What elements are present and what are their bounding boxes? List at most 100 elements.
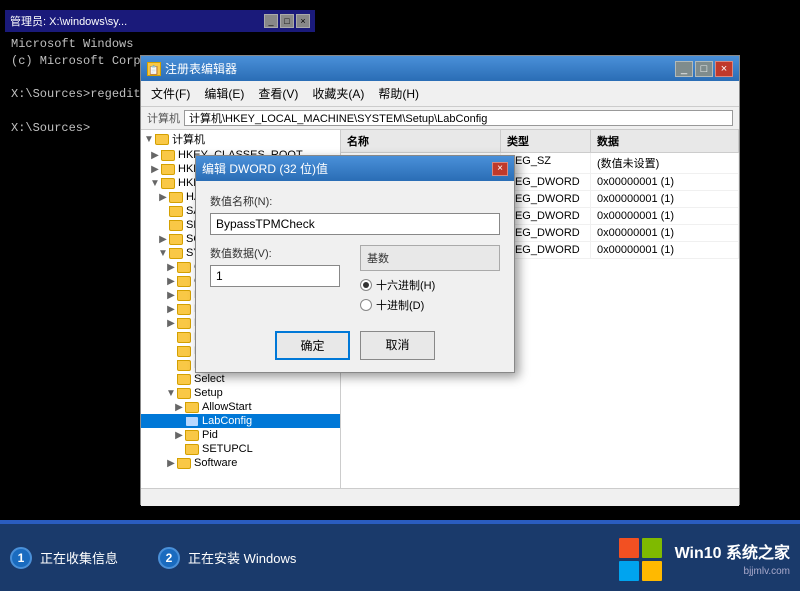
col-header-data: 数据 bbox=[591, 130, 739, 152]
value-data: 0x00000001 (1) bbox=[591, 242, 739, 258]
expand-icon: ▼ bbox=[165, 388, 177, 399]
expand-icon: ▼ bbox=[157, 248, 169, 259]
menu-edit[interactable]: 编辑(E) bbox=[198, 83, 250, 104]
tree-item-select[interactable]: Select bbox=[141, 372, 340, 386]
value-data: 0x00000001 (1) bbox=[591, 208, 739, 224]
tree-label: SETUPCL bbox=[202, 443, 253, 455]
expand-icon: ▼ bbox=[143, 134, 155, 145]
step-1-label: 正在收集信息 bbox=[40, 548, 118, 567]
folder-icon bbox=[177, 276, 191, 287]
dword-titlebar: 编辑 DWORD (32 位)值 × bbox=[196, 156, 514, 181]
values-header: 名称 类型 数据 bbox=[341, 130, 739, 153]
address-input[interactable] bbox=[184, 110, 733, 126]
folder-icon bbox=[177, 290, 191, 301]
dword-data-label: 数值数据(V): bbox=[210, 245, 340, 261]
dword-data-input[interactable] bbox=[210, 265, 340, 287]
expand-icon: ▶ bbox=[157, 234, 169, 245]
folder-icon bbox=[169, 248, 183, 259]
computer-icon bbox=[155, 134, 169, 145]
value-data: 0x00000001 (1) bbox=[591, 174, 739, 190]
expand-icon: ▶ bbox=[165, 304, 177, 315]
folder-icon bbox=[169, 220, 183, 231]
win10-logo-area: Win10 系统之家 bjjmlv.com bbox=[617, 536, 790, 586]
win10-line1: Win10 系统之家 bbox=[675, 543, 790, 565]
dword-dialog-title: 编辑 DWORD (32 位)值 bbox=[202, 160, 328, 177]
dword-cancel-button[interactable]: 取消 bbox=[360, 331, 435, 360]
folder-icon bbox=[185, 416, 199, 427]
tree-item-computer[interactable]: ▼ 计算机 bbox=[141, 130, 340, 148]
radio-hex[interactable]: 十六进制(H) bbox=[360, 277, 500, 293]
regedit-close-button[interactable]: × bbox=[715, 61, 733, 77]
taskbar-step-2: 2 正在安装 Windows bbox=[158, 547, 296, 569]
addr-label: 计算机 bbox=[147, 110, 180, 126]
folder-icon bbox=[177, 304, 191, 315]
win10-logo bbox=[617, 536, 667, 586]
regedit-address-bar: 计算机 bbox=[141, 107, 739, 130]
tree-label-computer: 计算机 bbox=[172, 131, 205, 147]
dword-name-label: 数值名称(N): bbox=[210, 193, 500, 209]
folder-icon bbox=[177, 262, 191, 273]
taskbar: 1 正在收集信息 2 正在安装 Windows Win10 系统之家 bjjml… bbox=[0, 520, 800, 591]
folder-icon bbox=[161, 150, 175, 161]
dword-row: 数值数据(V): 基数 十六进制(H) 十进制(D) bbox=[210, 245, 500, 317]
dword-value-col: 数值数据(V): bbox=[210, 245, 340, 317]
folder-icon bbox=[161, 178, 175, 189]
step-1-number: 1 bbox=[10, 547, 32, 569]
expand-icon: ▶ bbox=[165, 276, 177, 287]
tree-label: AllowStart bbox=[202, 401, 252, 413]
regedit-menubar: 文件(F) 编辑(E) 查看(V) 收藏夹(A) 帮助(H) bbox=[141, 81, 739, 107]
tree-item-pid[interactable]: ▶ Pid bbox=[141, 428, 340, 442]
step-2-number: 2 bbox=[158, 547, 180, 569]
cmd-titlebar-buttons: _ □ × bbox=[264, 14, 310, 28]
folder-icon bbox=[177, 374, 191, 385]
expand-icon: ▶ bbox=[157, 192, 169, 203]
folder-icon bbox=[169, 234, 183, 245]
regedit-app-icon: 📋 bbox=[147, 62, 161, 76]
folder-icon bbox=[185, 444, 199, 455]
dword-name-input[interactable] bbox=[210, 213, 500, 235]
regedit-maximize-button[interactable]: □ bbox=[695, 61, 713, 77]
regedit-minimize-button[interactable]: _ bbox=[675, 61, 693, 77]
radio-dec-label: 十进制(D) bbox=[376, 297, 424, 313]
tree-item-allowstart[interactable]: ▶ AllowStart bbox=[141, 400, 340, 414]
tree-label: Pid bbox=[202, 429, 218, 441]
taskbar-step-1: 1 正在收集信息 bbox=[10, 547, 118, 569]
menu-favorites[interactable]: 收藏夹(A) bbox=[306, 83, 370, 104]
win10-brand-text: Win10 系统之家 bjjmlv.com bbox=[675, 543, 790, 579]
folder-icon bbox=[161, 164, 175, 175]
radio-hex-circle[interactable] bbox=[360, 279, 372, 291]
expand-icon: ▶ bbox=[165, 290, 177, 301]
expand-icon: ▶ bbox=[173, 402, 185, 413]
tree-item-setupcl[interactable]: SETUPCL bbox=[141, 442, 340, 456]
radio-dec[interactable]: 十进制(D) bbox=[360, 297, 500, 313]
tree-item-setup[interactable]: ▼ Setup bbox=[141, 386, 340, 400]
expand-icon: ▶ bbox=[165, 318, 177, 329]
expand-icon: ▼ bbox=[149, 178, 161, 189]
regedit-status bbox=[141, 488, 739, 506]
menu-file[interactable]: 文件(F) bbox=[145, 83, 196, 104]
expand-icon: ▶ bbox=[173, 430, 185, 441]
win10-logo-svg bbox=[617, 536, 667, 586]
radio-dec-circle[interactable] bbox=[360, 299, 372, 311]
tree-item-software-bottom[interactable]: ▶ Software bbox=[141, 456, 340, 470]
folder-icon bbox=[177, 360, 191, 371]
dword-close-button[interactable]: × bbox=[492, 162, 508, 176]
dword-dialog: 编辑 DWORD (32 位)值 × 数值名称(N): 数值数据(V): 基数 … bbox=[195, 155, 515, 373]
folder-icon bbox=[177, 346, 191, 357]
expand-icon: ▶ bbox=[165, 262, 177, 273]
step-2-label: 正在安装 Windows bbox=[188, 548, 296, 567]
dword-ok-button[interactable]: 确定 bbox=[275, 331, 350, 360]
expand-icon: ▶ bbox=[165, 458, 177, 469]
folder-icon bbox=[177, 318, 191, 329]
cmd-close-button[interactable]: × bbox=[296, 14, 310, 28]
cmd-minimize-button[interactable]: _ bbox=[264, 14, 278, 28]
taskbar-content: 1 正在收集信息 2 正在安装 Windows Win10 系统之家 bjjml… bbox=[0, 524, 800, 591]
menu-help[interactable]: 帮助(H) bbox=[372, 83, 425, 104]
folder-icon bbox=[169, 206, 183, 217]
cmd-maximize-button[interactable]: □ bbox=[280, 14, 294, 28]
cmd-title: 管理员: X:\windows\sy... bbox=[10, 13, 127, 29]
tree-label: Software bbox=[194, 457, 237, 469]
menu-view[interactable]: 查看(V) bbox=[252, 83, 304, 104]
radio-hex-label: 十六进制(H) bbox=[376, 277, 435, 293]
tree-item-labconfig[interactable]: LabConfig bbox=[141, 414, 340, 428]
